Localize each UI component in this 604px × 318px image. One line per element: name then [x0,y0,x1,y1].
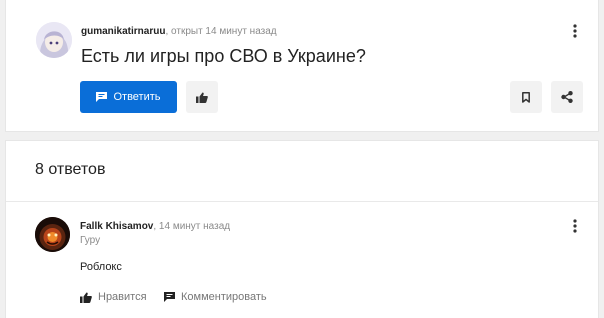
answer-comment-label: Комментировать [181,291,267,303]
answer-like-button[interactable]: Нравится [80,291,147,303]
answer-time: , 14 минут назад [153,221,231,232]
question-author-avatar[interactable] [36,22,72,58]
share-icon [561,91,573,103]
answer-like-label: Нравится [98,291,147,303]
question-meta: gumanikatirnaruu, открыт 14 минут назад [81,26,277,37]
answer-comment-button[interactable]: Комментировать [164,291,267,303]
answer-author-name[interactable]: Fallk Khisamov [80,221,153,232]
question-title: Есть ли игры про СВО в Украине? [81,46,366,66]
thumbs-up-icon [196,92,208,103]
bookmark-icon [522,91,530,103]
thumbs-up-icon [80,292,92,303]
more-vertical-icon [573,24,577,38]
question-more-button[interactable] [569,24,581,38]
more-vertical-icon [573,219,577,233]
answer-text: Роблокс [80,261,122,273]
comment-icon [96,92,108,102]
answers-card: 8 ответов Fallk Khisamov, 14 минут назад… [5,140,599,318]
comment-icon [164,292,175,302]
answers-count: 8 ответов [35,161,106,178]
bookmark-button[interactable] [510,81,542,113]
answer-meta: Fallk Khisamov, 14 минут назад [80,221,230,232]
question-time: , открыт 14 минут назад [165,26,277,37]
question-like-button[interactable] [186,81,218,113]
question-author-name[interactable]: gumanikatirnaruu [81,26,165,37]
answer-author-avatar[interactable] [35,217,70,252]
share-button[interactable] [551,81,583,113]
answers-divider [6,201,598,202]
answer-button-label: Ответить [113,91,161,103]
question-card: gumanikatirnaruu, открыт 14 минут назад … [5,0,599,132]
answer-author-rank: Гуру [80,235,101,246]
answer-button[interactable]: Ответить [80,81,177,113]
answer-more-button[interactable] [569,219,581,233]
